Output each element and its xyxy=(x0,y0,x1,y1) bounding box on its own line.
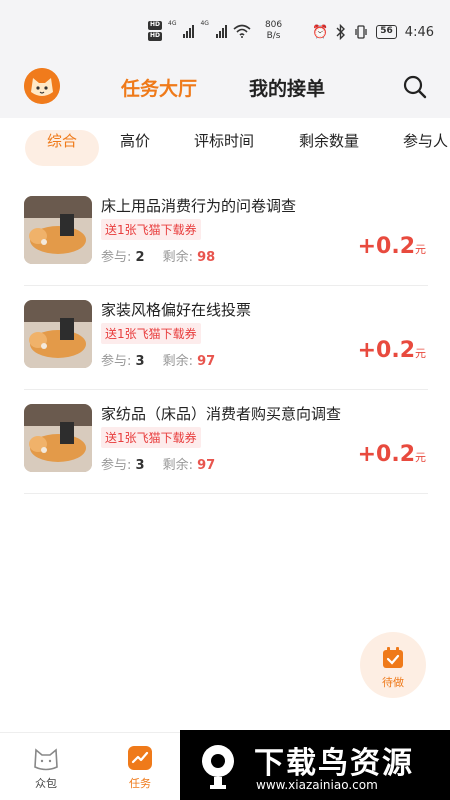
reward-amount: +0.2 xyxy=(357,234,415,259)
clock: 4:46 xyxy=(404,24,434,40)
signal-label-1: 4G xyxy=(168,20,177,27)
joined-count: 2 xyxy=(135,250,145,265)
app-header: 任务大厅 我的接单 xyxy=(0,60,450,118)
bluetooth-icon xyxy=(336,24,346,40)
status-right: ⏰ 56 4:46 xyxy=(312,24,434,40)
task-reward: +0.2元 xyxy=(358,234,426,259)
signal-label-2: 4G xyxy=(200,20,209,27)
remain-label: 剩余: xyxy=(162,354,193,369)
signal-bars-icon xyxy=(183,24,195,38)
task-title: 家纺品（床品）消费者购买意向调查 xyxy=(101,405,342,423)
task-meta: 参与: 2 剩余: 98 xyxy=(101,246,215,265)
tab-my-orders[interactable]: 我的接单 xyxy=(249,74,325,101)
task-chart-icon xyxy=(128,746,152,770)
hd-badge-2: HD xyxy=(148,32,163,41)
nav-label-crowd: 众包 xyxy=(35,777,57,790)
task-meta: 参与: 3 剩余: 97 xyxy=(101,454,215,473)
task-title: 家装风格偏好在线投票 xyxy=(101,301,252,319)
todo-fab-button[interactable]: 待做 xyxy=(360,632,426,698)
remain-count: 98 xyxy=(197,250,216,265)
filter-chip-remaining[interactable]: 剩余数量 xyxy=(299,130,359,166)
status-left: HD HD 4G 4G 806 B/s xyxy=(148,20,282,42)
watermark: 下载鸟资源 www.xiazainiao.com xyxy=(180,730,450,800)
fab-label: 待做 xyxy=(382,676,404,689)
nav-item-crowd[interactable]: 众包 xyxy=(16,733,76,800)
joined-label: 参与: xyxy=(101,354,132,369)
watermark-url: www.xiazainiao.com xyxy=(256,778,378,792)
cat-photo-icon xyxy=(24,300,92,368)
task-reward: +0.2元 xyxy=(358,338,426,363)
cat-logo-icon xyxy=(24,68,60,104)
remain-label: 剩余: xyxy=(162,458,193,473)
net-speed-value: 806 xyxy=(264,20,283,30)
filter-chip-bid-time[interactable]: 评标时间 xyxy=(194,130,254,166)
cat-icon xyxy=(34,748,58,771)
coupon-tag: 送1张飞猫下载券 xyxy=(101,219,201,240)
bird-logo-icon xyxy=(202,745,234,789)
reward-amount: +0.2 xyxy=(357,338,415,363)
remain-count: 97 xyxy=(197,354,216,369)
remain-label: 剩余: xyxy=(162,250,193,265)
task-meta: 参与: 3 剩余: 97 xyxy=(101,350,215,369)
net-speed-unit: B/s xyxy=(266,31,281,41)
filter-chip-high-price[interactable]: 高价 xyxy=(120,130,150,166)
remain-count: 97 xyxy=(197,458,216,473)
task-title: 床上用品消费行为的问卷调查 xyxy=(101,197,297,215)
tab-task-hall[interactable]: 任务大厅 xyxy=(121,74,197,101)
reward-amount: +0.2 xyxy=(357,442,415,467)
signal-bars-icon xyxy=(215,24,227,38)
nav-item-task[interactable]: 任务 xyxy=(110,733,170,800)
search-icon[interactable] xyxy=(402,74,428,100)
nav-label-task: 任务 xyxy=(129,777,151,790)
joined-count: 3 xyxy=(135,354,145,369)
hd-indicators: HD HD xyxy=(148,21,163,41)
wifi-icon xyxy=(233,24,251,38)
joined-label: 参与: xyxy=(101,458,132,473)
coupon-tag: 送1张飞猫下载券 xyxy=(101,427,201,448)
battery-indicator: 56 xyxy=(376,25,397,39)
joined-label: 参与: xyxy=(101,250,132,265)
net-speed: 806 B/s xyxy=(265,20,282,42)
task-reward: +0.2元 xyxy=(358,442,426,467)
vibrate-icon xyxy=(355,25,367,39)
filter-chip-participants[interactable]: 参与人 xyxy=(403,130,448,166)
task-list: 床上用品消费行为的问卷调查 送1张飞猫下载券 参与: 2 剩余: 98 +0.2元… xyxy=(24,182,428,494)
cat-photo-icon xyxy=(24,196,92,264)
calendar-check-icon xyxy=(383,647,403,668)
joined-count: 3 xyxy=(135,458,145,473)
task-thumbnail xyxy=(24,404,92,472)
hd-badge-1: HD xyxy=(148,21,163,30)
watermark-title: 下载鸟资源 xyxy=(254,746,414,781)
task-thumbnail xyxy=(24,300,92,368)
alarm-icon: ⏰ xyxy=(312,24,329,40)
avatar[interactable] xyxy=(24,68,60,104)
status-bar: HD HD 4G 4G 806 B/s ⏰ 56 4:46 xyxy=(0,0,450,60)
filter-bar: 综合 高价 评标时间 剩余数量 参与人 xyxy=(0,118,450,182)
task-thumbnail xyxy=(24,196,92,264)
task-row[interactable]: 床上用品消费行为的问卷调查 送1张飞猫下载券 参与: 2 剩余: 98 +0.2元 xyxy=(24,182,428,286)
reward-unit: 元 xyxy=(415,347,426,360)
task-row[interactable]: 家纺品（床品）消费者购买意向调查 送1张飞猫下载券 参与: 3 剩余: 97 +0… xyxy=(24,390,428,494)
reward-unit: 元 xyxy=(415,451,426,464)
reward-unit: 元 xyxy=(415,243,426,256)
filter-chip-comprehensive[interactable]: 综合 xyxy=(25,130,100,166)
cat-photo-icon xyxy=(24,404,92,472)
task-row[interactable]: 家装风格偏好在线投票 送1张飞猫下载券 参与: 3 剩余: 97 +0.2元 xyxy=(24,286,428,390)
coupon-tag: 送1张飞猫下载券 xyxy=(101,323,201,344)
